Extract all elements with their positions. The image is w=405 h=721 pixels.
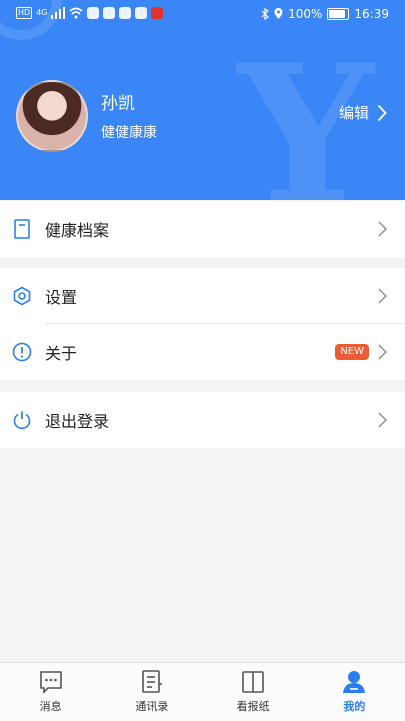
health-section: 健康档案 xyxy=(0,201,405,257)
shield-app-icon xyxy=(119,7,132,19)
clock: 16:39 xyxy=(354,7,389,21)
new-badge: NEW xyxy=(335,344,369,360)
settings-section: 设置 关于 NEW xyxy=(0,268,405,380)
chevron-right-icon xyxy=(378,221,388,237)
nfc-icon xyxy=(87,7,100,19)
menu-item-health-records[interactable]: 健康档案 xyxy=(0,201,405,257)
tab-mine[interactable]: 我的 xyxy=(304,663,405,721)
message-icon xyxy=(39,671,62,694)
status-bar: HD 4G 100% 16:39 xyxy=(0,0,405,30)
signal-icon xyxy=(51,7,66,19)
network-type: 4G xyxy=(36,8,48,17)
chevron-right-icon xyxy=(378,344,388,360)
book-icon xyxy=(242,671,264,693)
menu-item-label: 关于 xyxy=(45,344,78,363)
bottom-tab-bar: 消息 通讯录 看报纸 我的 xyxy=(0,662,405,721)
chevron-right-icon xyxy=(377,104,387,121)
menu-item-settings[interactable]: 设置 xyxy=(0,268,405,324)
tab-newspaper[interactable]: 看报纸 xyxy=(203,663,304,721)
menu-item-label: 设置 xyxy=(45,288,78,307)
status-left: HD 4G xyxy=(16,7,164,19)
settings-icon xyxy=(12,286,32,306)
info-icon xyxy=(12,342,32,362)
wifi-icon xyxy=(69,7,83,19)
power-icon xyxy=(12,410,32,430)
menu-item-label: 健康档案 xyxy=(45,221,110,240)
user-icon xyxy=(343,671,366,693)
bluetooth-icon xyxy=(261,8,270,20)
edit-label: 编辑 xyxy=(338,104,369,122)
hd-indicator: HD xyxy=(16,7,33,19)
menu-item-about[interactable]: 关于 NEW xyxy=(0,324,405,380)
location-icon xyxy=(274,8,283,19)
tab-contacts[interactable]: 通讯录 xyxy=(101,663,202,721)
tab-label: 我的 xyxy=(343,700,366,713)
menu-item-logout[interactable]: 退出登录 xyxy=(0,392,405,448)
chevron-right-icon xyxy=(378,412,388,428)
battery-percent: 100% xyxy=(288,7,323,21)
chevron-right-icon xyxy=(378,288,388,304)
status-right: 100% 16:39 xyxy=(261,7,389,21)
logout-section: 退出登录 xyxy=(0,392,405,448)
contacts-icon xyxy=(142,670,162,693)
menu-item-label: 退出登录 xyxy=(45,412,110,431)
user-subtitle: 健健康康 xyxy=(101,125,157,141)
battery-icon xyxy=(327,8,350,20)
user-app-icon xyxy=(135,7,148,19)
alarm-icon xyxy=(103,7,116,19)
edit-profile-button[interactable]: 编辑 xyxy=(339,102,387,123)
document-icon xyxy=(12,219,32,239)
tab-label: 通讯录 xyxy=(135,700,169,713)
user-name: 孙凯 xyxy=(101,94,135,114)
news-app-icon xyxy=(151,7,164,19)
tab-label: 看报纸 xyxy=(236,700,270,713)
tab-messages[interactable]: 消息 xyxy=(0,663,101,721)
avatar[interactable] xyxy=(16,80,88,152)
profile-header: Y HD 4G 100% 16:39 孙凯 健健康康 编辑 xyxy=(0,0,405,200)
tab-label: 消息 xyxy=(39,700,62,713)
